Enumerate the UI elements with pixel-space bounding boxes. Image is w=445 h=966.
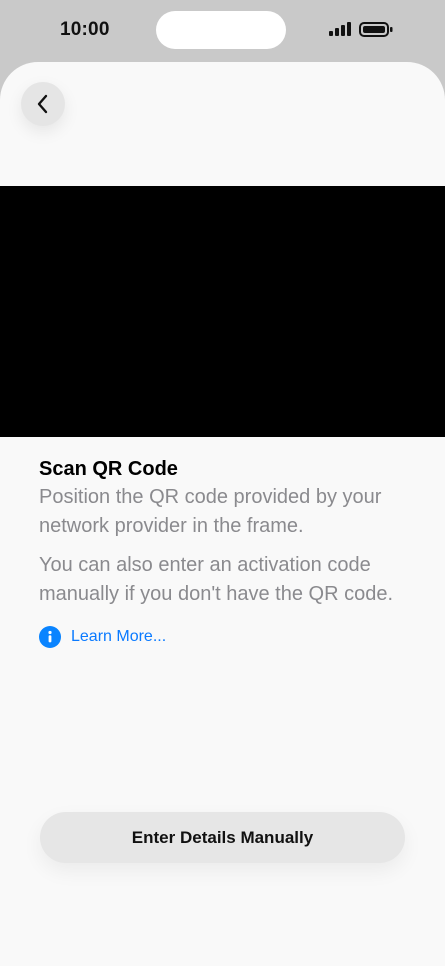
chevron-left-icon (37, 94, 48, 114)
page-title: Scan QR Code (39, 458, 178, 480)
camera-viewfinder (0, 186, 445, 437)
learn-more-label: Learn More... (71, 628, 167, 645)
manual-entry-hint: You can also enter an activation code ma… (39, 554, 394, 605)
cellular-signal-icon (329, 22, 351, 36)
instruction-text: Position the QR code provided by your ne… (39, 486, 382, 537)
back-button[interactable] (21, 82, 65, 126)
battery-icon (359, 22, 393, 37)
info-icon (39, 626, 61, 648)
status-bar: 10:00 (0, 0, 445, 62)
dynamic-island (156, 11, 286, 49)
instructions: Scan QR Code Position the QR code provid… (39, 455, 409, 648)
learn-more-link[interactable]: Learn More... (39, 626, 409, 648)
enter-details-manually-button[interactable]: Enter Details Manually (40, 812, 405, 863)
status-time: 10:00 (60, 19, 110, 40)
